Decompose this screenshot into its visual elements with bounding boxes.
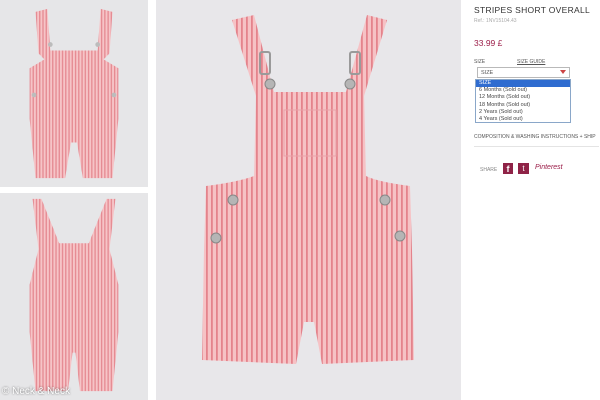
size-option[interactable]: 4 Years (Sold out) (476, 116, 570, 123)
thumbnail-back-image[interactable]: © Neck & Neck (0, 193, 148, 400)
overall-front-illustration (29, 8, 119, 179)
product-title: STRIPES SHORT OVERALL (474, 5, 591, 15)
size-guide-link[interactable]: SIZE GUIDE (517, 59, 545, 65)
size-option[interactable]: 18 Months (Sold out) (476, 102, 570, 109)
size-option[interactable]: 6 Months (Sold out) (476, 87, 570, 94)
size-option[interactable]: SIZE (476, 80, 570, 88)
size-dropdown-list: SIZE 6 Months (Sold out) 12 Months (Sold… (475, 79, 571, 123)
product-reference: Ref.: 1NV15104.43 (474, 18, 517, 24)
pinterest-link[interactable]: Pinterest (535, 164, 563, 171)
size-select[interactable]: SIZE (477, 67, 570, 78)
product-details-panel: STRIPES SHORT OVERALL Ref.: 1NV15104.43 … (470, 0, 600, 400)
overall-main-illustration (202, 15, 414, 364)
divider (474, 146, 599, 147)
overall-back-illustration (29, 198, 119, 392)
chevron-down-icon (560, 70, 566, 74)
size-option[interactable]: 12 Months (Sold out) (476, 94, 570, 101)
copyright-watermark: © Neck & Neck (2, 386, 70, 397)
size-select-value: SIZE (481, 70, 494, 76)
share-label: SHARE (480, 167, 498, 173)
thumbnail-front-image[interactable] (0, 0, 148, 187)
main-product-image (156, 0, 461, 400)
composition-extra: SHIP (583, 134, 596, 140)
composition-link[interactable]: COMPOSITION & WASHING INSTRUCTIONS + SHI… (474, 134, 596, 140)
composition-label: COMPOSITION & WASHING INSTRUCTIONS + (474, 134, 583, 140)
twitter-icon[interactable]: t (518, 163, 529, 174)
size-label: SIZE (474, 59, 486, 65)
facebook-icon[interactable]: f (503, 163, 513, 174)
product-price: 33.99 £ (474, 38, 503, 48)
size-option[interactable]: 2 Years (Sold out) (476, 109, 570, 116)
